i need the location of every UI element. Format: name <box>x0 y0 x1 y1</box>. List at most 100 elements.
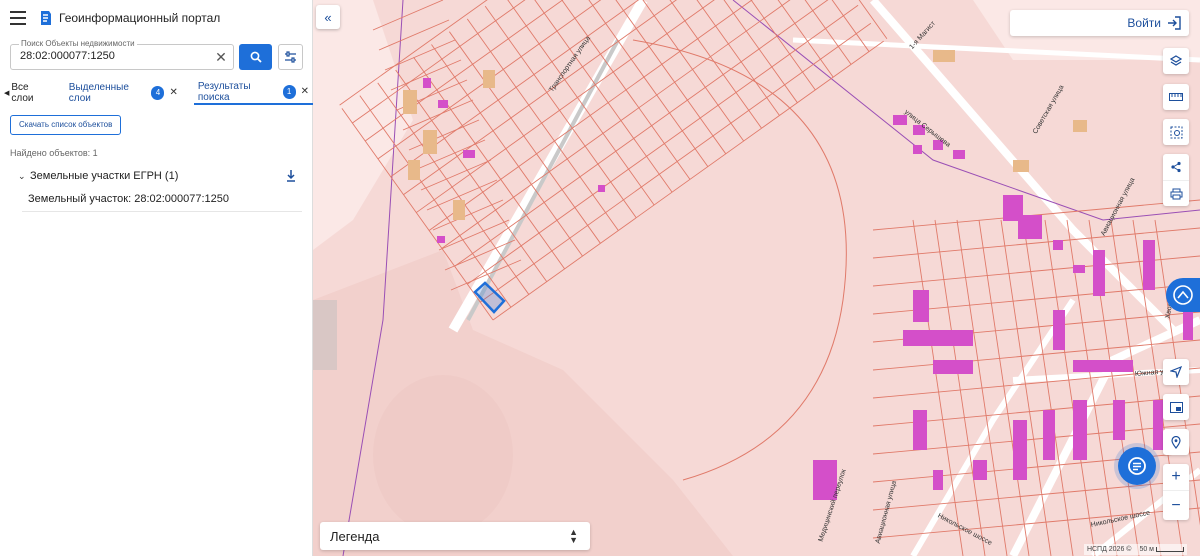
scale-bar: 50 м <box>1139 546 1184 553</box>
chevron-down-icon: ⌄ <box>18 170 26 181</box>
navigate-button[interactable] <box>1163 359 1189 385</box>
building <box>1043 410 1055 460</box>
building <box>1073 400 1087 460</box>
building <box>933 50 955 62</box>
tab-all-layers[interactable]: ◀ Все слои <box>0 80 55 105</box>
search-input[interactable] <box>20 50 210 62</box>
building <box>1073 265 1085 273</box>
map-canvas[interactable] <box>313 0 1200 556</box>
building <box>973 460 987 480</box>
building <box>913 410 927 450</box>
building <box>1013 420 1027 480</box>
building <box>933 470 943 490</box>
count-badge: 1 <box>282 84 296 99</box>
building <box>913 145 922 154</box>
attribution-text: НСПД 2026 © <box>1086 546 1132 553</box>
ruler-button[interactable] <box>1163 84 1189 110</box>
menu-icon[interactable] <box>10 11 26 25</box>
map-tools-measure <box>1163 84 1189 110</box>
map-tools-select <box>1163 119 1189 145</box>
select-area-button[interactable] <box>1163 119 1189 145</box>
building <box>1053 310 1065 350</box>
clear-icon[interactable]: ✕ <box>213 49 229 65</box>
building <box>1018 215 1042 239</box>
parcel-line <box>484 5 637 218</box>
map-view[interactable]: Транспортная улица улица Серышева Советс… <box>313 0 1200 556</box>
building <box>598 185 605 192</box>
chat-button[interactable] <box>1118 447 1156 485</box>
picture-in-picture-icon <box>1169 401 1183 413</box>
tab-label: Выделенные слои <box>68 81 129 104</box>
parcel-line <box>467 4 859 285</box>
chevron-updown-icon: ▲ ▼ <box>569 527 578 545</box>
building <box>903 330 973 346</box>
building <box>1073 360 1133 372</box>
search-button[interactable] <box>239 44 272 70</box>
chat-icon <box>1128 457 1146 475</box>
tab-label: Результаты поиска <box>197 80 251 103</box>
app-title: Геоинформационный портал <box>59 11 221 25</box>
building <box>463 150 475 158</box>
picture-in-picture-button[interactable] <box>1163 394 1189 420</box>
building <box>1053 240 1063 250</box>
list-item[interactable]: Земельный участок: 28:02:000077:1250 <box>22 190 302 212</box>
print-icon <box>1170 188 1182 199</box>
share-icon <box>1171 161 1181 173</box>
building <box>408 160 420 180</box>
assistant-button[interactable] <box>1166 278 1200 312</box>
share-button[interactable] <box>1163 154 1189 180</box>
map-tools-share <box>1163 154 1189 206</box>
building <box>1153 400 1163 450</box>
building <box>1143 240 1155 290</box>
building <box>1073 120 1087 132</box>
parcel-line <box>723 0 798 103</box>
map-tools-locate <box>1163 429 1189 455</box>
tab-search-results[interactable]: Результаты поиска 1 ✕ <box>193 80 313 105</box>
building <box>403 90 417 114</box>
zoom-out-button[interactable]: − <box>1163 490 1189 520</box>
login-button[interactable]: Войти <box>1010 10 1189 36</box>
building <box>1093 250 1105 296</box>
download-icon[interactable] <box>284 168 298 184</box>
scale-line <box>1156 547 1184 552</box>
parcel-line <box>441 0 791 249</box>
map-tools-top <box>1163 48 1189 74</box>
assistant-icon <box>1173 285 1193 305</box>
tab-selected-layers[interactable]: Выделенные слои 4 ✕ <box>65 80 182 105</box>
building <box>438 100 448 108</box>
tabs: ◀ Все слои Выделенные слои 4 ✕ Результат… <box>0 80 313 105</box>
geolocation-button[interactable] <box>1163 429 1189 455</box>
zoom-controls: + − <box>1163 464 1189 520</box>
parcel-line <box>479 22 872 303</box>
building <box>1013 160 1029 172</box>
app-root: Геоинформационный портал Поиск Объекты н… <box>0 0 1200 556</box>
parcel-line <box>1044 219 1096 556</box>
search-field[interactable]: Поиск Объекты недвижимости ✕ <box>10 39 234 70</box>
parcel-line <box>384 39 456 71</box>
print-button[interactable] <box>1163 180 1189 206</box>
logo-icon <box>41 11 51 25</box>
parcel-line <box>858 0 888 40</box>
download-list-button[interactable]: Скачать список объектов <box>10 115 122 135</box>
building <box>437 236 445 243</box>
ruler-icon <box>1169 93 1183 101</box>
search-icon <box>250 51 262 63</box>
parcel-line <box>413 56 565 270</box>
close-icon[interactable]: ✕ <box>169 87 177 98</box>
login-label: Войти <box>1127 16 1161 30</box>
building <box>953 150 965 159</box>
filter-button[interactable] <box>278 44 303 70</box>
chevron-left-icon: ◀ <box>4 89 10 97</box>
building <box>423 130 437 154</box>
result-group-header[interactable]: ⌄ Земельные участки ЕГРН (1) <box>18 168 298 184</box>
legend-label: Легенда <box>330 528 380 544</box>
close-icon[interactable]: ✕ <box>301 86 309 97</box>
legend-toggle[interactable]: Легенда ▲ ▼ <box>320 522 590 550</box>
building <box>453 200 465 220</box>
layers-button[interactable] <box>1163 48 1189 74</box>
collapse-sidebar-button[interactable]: « <box>316 5 340 29</box>
sliders-icon <box>285 51 296 63</box>
zoom-in-button[interactable]: + <box>1163 464 1189 490</box>
sidebar: Геоинформационный портал Поиск Объекты н… <box>0 0 313 556</box>
building <box>913 290 929 322</box>
